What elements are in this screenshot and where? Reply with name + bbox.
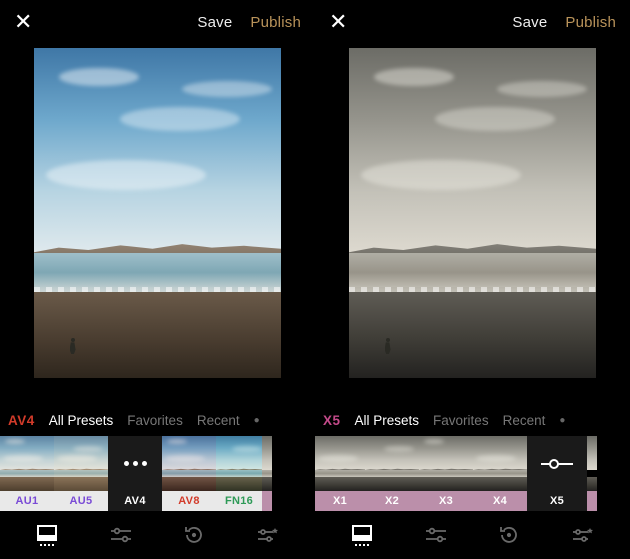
preset-label: X5 xyxy=(527,491,587,511)
preset-label: X1 xyxy=(315,491,365,511)
preset-label: AV8 xyxy=(162,491,216,511)
preset-thumb-av8[interactable]: AV8 xyxy=(162,436,216,511)
publish-button[interactable]: Publish xyxy=(250,14,301,31)
bottom-toolbar xyxy=(0,511,315,559)
preset-thumb-au5[interactable]: AU5 xyxy=(54,436,108,511)
publish-button[interactable]: Publish xyxy=(565,14,616,31)
preset-thumb-au1[interactable]: AU1 xyxy=(0,436,54,511)
active-preset-code: AV4 xyxy=(8,413,35,428)
tool-history-icon[interactable] xyxy=(176,517,212,553)
preset-label: AU1 xyxy=(0,491,54,511)
preset-label: X3 xyxy=(419,491,473,511)
preset-label: X2 xyxy=(365,491,419,511)
tool-recipes-icon[interactable] xyxy=(250,517,286,553)
preset-category-bar: X5 All Presets Favorites Recent ● xyxy=(315,404,630,436)
preset-label: X4 xyxy=(473,491,527,511)
slider-adjust-icon xyxy=(540,458,574,470)
tool-recipes-icon[interactable] xyxy=(565,517,601,553)
preset-thumb-x2[interactable]: X2 xyxy=(365,436,419,511)
ellipsis-icon xyxy=(124,461,147,466)
preset-thumb-strip[interactable]: AU1 AU5 AV4 AV8 FN16 xyxy=(0,436,315,511)
image-preview[interactable] xyxy=(0,44,315,404)
editor-pane-left: ✕ Save Publish AV4 All Presets Favorites… xyxy=(0,0,315,559)
bottom-toolbar xyxy=(315,511,630,559)
preset-thumb-overflow[interactable] xyxy=(587,436,597,511)
preset-thumb-x4[interactable]: X4 xyxy=(473,436,527,511)
preset-label: AV4 xyxy=(108,491,162,511)
tool-sliders-icon[interactable] xyxy=(103,517,139,553)
preset-thumb-x3[interactable]: X3 xyxy=(419,436,473,511)
close-icon[interactable]: ✕ xyxy=(329,11,347,33)
save-button[interactable]: Save xyxy=(512,14,547,31)
preset-category-bar: AV4 All Presets Favorites Recent ● xyxy=(0,404,315,436)
preset-thumb-strip[interactable]: X1 X2 X3 X4 X5 xyxy=(315,436,630,511)
top-bar: ✕ Save Publish xyxy=(315,0,630,44)
tool-sliders-icon[interactable] xyxy=(418,517,454,553)
tool-presets-icon[interactable] xyxy=(344,517,380,553)
top-bar: ✕ Save Publish xyxy=(0,0,315,44)
preset-thumb-x1[interactable]: X1 xyxy=(315,436,365,511)
save-button[interactable]: Save xyxy=(197,14,232,31)
preset-label: FN16 xyxy=(216,491,262,511)
image-preview[interactable] xyxy=(315,44,630,404)
preset-thumb-x5-current[interactable]: X5 xyxy=(527,436,587,511)
active-preset-code: X5 xyxy=(323,413,341,428)
overflow-dot-icon: ● xyxy=(254,415,260,426)
tab-favorites[interactable]: Favorites xyxy=(127,413,183,428)
tab-recent[interactable]: Recent xyxy=(503,413,546,428)
overflow-dot-icon: ● xyxy=(559,415,565,426)
preset-label: AU5 xyxy=(54,491,108,511)
preset-thumb-overflow[interactable] xyxy=(262,436,272,511)
preset-thumb-fn16[interactable]: FN16 xyxy=(216,436,262,511)
tab-all-presets[interactable]: All Presets xyxy=(355,413,420,428)
tool-presets-icon[interactable] xyxy=(29,517,65,553)
tab-all-presets[interactable]: All Presets xyxy=(49,413,114,428)
tab-favorites[interactable]: Favorites xyxy=(433,413,489,428)
tool-history-icon[interactable] xyxy=(491,517,527,553)
close-icon[interactable]: ✕ xyxy=(14,11,32,33)
preset-thumb-av4-current[interactable]: AV4 xyxy=(108,436,162,511)
editor-pane-right: ✕ Save Publish X5 All Presets Favorites … xyxy=(315,0,630,559)
tab-recent[interactable]: Recent xyxy=(197,413,240,428)
